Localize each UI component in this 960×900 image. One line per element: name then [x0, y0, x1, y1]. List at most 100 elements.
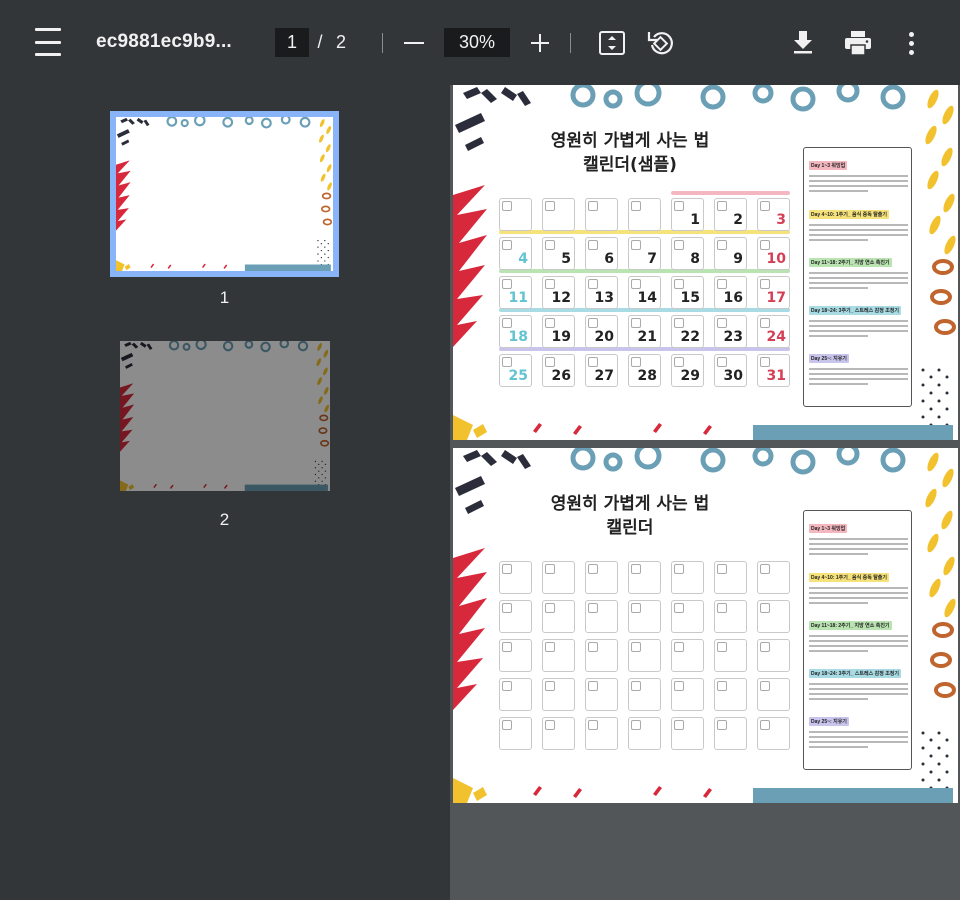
- toolbar-divider: [382, 33, 383, 53]
- day-number: 9: [733, 251, 743, 267]
- text-placeholder-line: [809, 234, 908, 236]
- day-number: 19: [551, 329, 571, 345]
- pdf-page-1: 영원히 가볍게 사는 법 캘린더(샘플) 1 2 3 4 5 6 7 8 9 10 11 12 13 14…: [453, 85, 958, 440]
- text-placeholder-line: [809, 645, 908, 647]
- day-number: 1: [690, 212, 700, 228]
- download-button[interactable]: [788, 27, 818, 57]
- fit-to-page-button[interactable]: [597, 28, 627, 58]
- checkbox-icon: [760, 318, 770, 328]
- text-placeholder-line: [809, 736, 908, 738]
- text-placeholder-line: [809, 224, 908, 226]
- more-options-button[interactable]: [898, 27, 924, 59]
- checkbox-icon: [631, 642, 641, 652]
- zoom-input[interactable]: 30%: [444, 28, 510, 57]
- calendar-day-cell: 13: [585, 276, 618, 309]
- checkbox-icon: [760, 720, 770, 730]
- checkbox-icon: [631, 564, 641, 574]
- calendar-day-cell: [499, 198, 532, 231]
- calendar-day-cell: [671, 717, 704, 750]
- checkbox-icon: [502, 318, 512, 328]
- zoom-in-button[interactable]: [526, 28, 554, 57]
- rotate-button[interactable]: [645, 27, 677, 59]
- checkbox-icon: [760, 279, 770, 289]
- thumbnail-label: 2: [219, 510, 230, 529]
- calendar-day-cell: 27: [585, 354, 618, 387]
- text-placeholder-line: [809, 180, 908, 182]
- calendar-day-cell: 21: [628, 315, 661, 348]
- page-separator: /: [317, 32, 323, 52]
- zoom-out-button[interactable]: [400, 28, 428, 57]
- text-placeholder-line: [809, 688, 908, 690]
- calendar-title-line-2: 캘린더: [606, 518, 654, 538]
- checkbox-icon: [545, 681, 555, 691]
- text-placeholder-line: [809, 373, 908, 375]
- checkbox-icon: [717, 318, 727, 328]
- rotate-icon: [647, 32, 673, 55]
- thumbnail-label: 1: [219, 288, 230, 307]
- stage-section: Day 1~3 워밍업: [809, 154, 908, 192]
- calendar-day-cell: [628, 561, 661, 594]
- calendar-title-line-1: 영원히 가볍게 사는 법: [550, 131, 710, 151]
- checkbox-icon: [545, 603, 555, 613]
- text-placeholder-line: [809, 683, 908, 685]
- text-placeholder-line: [809, 731, 908, 733]
- checkbox-icon: [545, 279, 555, 289]
- calendar-day-cell: 4: [499, 237, 532, 270]
- calendar-day-cell: 23: [714, 315, 747, 348]
- calendar-day-cell: [714, 600, 747, 633]
- document-viewer[interactable]: 영원히 가볍게 사는 법 캘린더(샘플) 1 2 3 4 5 6 7 8 9 10 11 12 13 14…: [450, 85, 960, 900]
- calendar-title: 영원히 가볍게 사는 법 캘린더: [535, 492, 725, 540]
- stage-section: Day 18~24: 3주기_ 스트레스 감정 조정기: [809, 662, 908, 700]
- checkbox-icon: [631, 318, 641, 328]
- text-placeholder-line: [809, 330, 908, 332]
- menu-icon[interactable]: [32, 28, 64, 56]
- checkbox-icon: [631, 240, 641, 250]
- checkbox-icon: [631, 603, 641, 613]
- text-placeholder-line: [809, 287, 869, 289]
- calendar-day-cell: [542, 561, 575, 594]
- calendar-day-cell: [757, 639, 790, 672]
- print-button[interactable]: [842, 27, 874, 59]
- text-placeholder-line: [809, 698, 869, 700]
- calendar-day-cell: 7: [628, 237, 661, 270]
- day-number: 3: [776, 212, 786, 228]
- calendar-day-cell: 1: [671, 198, 704, 231]
- text-placeholder-line: [809, 548, 908, 550]
- day-number: 23: [723, 329, 743, 345]
- checkbox-icon: [502, 240, 512, 250]
- text-placeholder-line: [809, 553, 869, 555]
- calendar-day-cell: [542, 678, 575, 711]
- calendar-day-cell: 29: [671, 354, 704, 387]
- calendar-day-cell: [542, 198, 575, 231]
- toolbar-divider: [570, 33, 571, 53]
- calendar-day-cell: [628, 639, 661, 672]
- text-placeholder-line: [809, 335, 869, 337]
- stage-heading: Day 11~18: 2주기_ 지방 연소 촉진기: [809, 621, 892, 630]
- calendar-day-cell: 22: [671, 315, 704, 348]
- pdf-page-2: 영원히 가볍게 사는 법 캘린더 Day 1~3 워밍업 Day 4~10: 1주…: [453, 448, 958, 803]
- checkbox-icon: [717, 681, 727, 691]
- day-number: 29: [680, 368, 700, 384]
- checkbox-icon: [760, 201, 770, 211]
- text-placeholder-line: [809, 282, 908, 284]
- print-icon: [845, 31, 871, 56]
- calendar-day-cell: [499, 639, 532, 672]
- page-thumbnail-1[interactable]: [110, 111, 339, 277]
- calendar-title: 영원히 가볍게 사는 법 캘린더(샘플): [535, 129, 725, 177]
- checkbox-icon: [717, 642, 727, 652]
- page-number-input[interactable]: 1: [275, 28, 309, 57]
- checkbox-icon: [631, 720, 641, 730]
- day-number: 15: [680, 290, 700, 306]
- checkbox-icon: [674, 564, 684, 574]
- text-placeholder-line: [809, 741, 908, 743]
- day-number: 18: [508, 329, 528, 345]
- calendar-day-cell: 31: [757, 354, 790, 387]
- calendar-day-cell: 6: [585, 237, 618, 270]
- stage-heading: Day 1~3 워밍업: [809, 524, 848, 533]
- page-thumbnail-2[interactable]: [120, 341, 330, 491]
- day-number: 26: [551, 368, 571, 384]
- stage-heading: Day 4~10: 1주기_ 음식 중독 탈출기: [809, 210, 890, 219]
- stage-section: Day 11~18: 2주기_ 지방 연소 촉진기: [809, 614, 908, 652]
- day-number: 12: [551, 290, 571, 306]
- calendar-day-cell: 16: [714, 276, 747, 309]
